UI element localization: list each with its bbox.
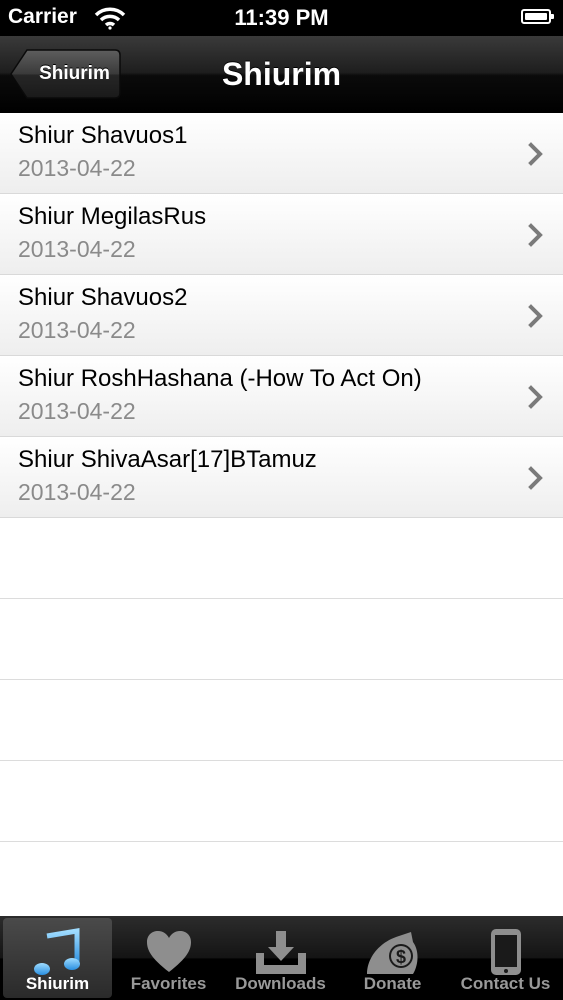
item-date: 2013-04-22 <box>18 236 136 262</box>
item-date: 2013-04-22 <box>18 398 136 424</box>
list-item[interactable]: Shiur Shavuos1 2013-04-22 <box>0 113 563 194</box>
tab-favorites[interactable]: Favorites <box>114 918 223 998</box>
tab-downloads[interactable]: Downloads <box>226 918 335 998</box>
page-title: Shiurim <box>221 56 342 92</box>
tab-shiurim[interactable]: Shiurim <box>3 918 112 998</box>
chevron-right-icon <box>528 385 543 409</box>
status-bar: Carrier 11:39 PM <box>0 0 563 36</box>
clock: 11:39 PM <box>234 5 329 30</box>
tab-label: Donate <box>363 974 422 993</box>
phone-device-icon <box>451 924 560 980</box>
chevron-right-icon <box>528 466 543 490</box>
chevron-right-icon <box>528 223 543 247</box>
item-date: 2013-04-22 <box>18 479 136 505</box>
music-note-icon <box>3 924 112 980</box>
tab-label: Contact Us <box>460 974 551 993</box>
heart-icon <box>114 924 223 980</box>
list-item[interactable]: Shiur Shavuos2 2013-04-22 <box>0 275 563 356</box>
tab-label: Shiurim <box>25 974 90 993</box>
chevron-right-icon <box>528 142 543 166</box>
battery-icon <box>521 9 554 24</box>
item-title: Shiur Shavuos1 <box>18 122 188 149</box>
list-item[interactable]: Shiur ShivaAsar[17]BTamuz 2013-04-22 <box>0 437 563 518</box>
empty-row <box>0 680 563 761</box>
empty-row <box>0 518 563 599</box>
item-title: Shiur MegilasRus <box>18 203 207 230</box>
empty-row <box>0 761 563 842</box>
tab-donate[interactable]: $ Donate <box>338 918 447 998</box>
money-bag-icon: $ <box>338 924 447 980</box>
chevron-right-icon <box>528 304 543 328</box>
list-item[interactable]: Shiur MegilasRus 2013-04-22 <box>0 194 563 275</box>
item-date: 2013-04-22 <box>18 155 136 181</box>
tab-label: Downloads <box>235 974 326 993</box>
tab-contact-us[interactable]: Contact Us <box>451 918 560 998</box>
list-item[interactable]: Shiur RoshHashana (-How To Act On) 2013-… <box>0 356 563 437</box>
item-title: Shiur ShivaAsar[17]BTamuz <box>18 446 317 473</box>
download-tray-icon <box>226 924 335 980</box>
tab-label: Favorites <box>130 974 207 993</box>
item-title: Shiur RoshHashana (-How To Act On) <box>18 365 422 392</box>
navigation-bar: Shiurim Shiurim <box>0 36 563 113</box>
item-date: 2013-04-22 <box>18 317 136 343</box>
shiurim-list: Shiur Shavuos1 2013-04-22 Shiur MegilasR… <box>0 113 563 916</box>
empty-row <box>0 599 563 680</box>
tab-bar: Shiurim Favorites Downloads $ Donate Con… <box>0 916 563 1000</box>
item-title: Shiur Shavuos2 <box>18 284 188 311</box>
svg-text:$: $ <box>395 947 405 967</box>
